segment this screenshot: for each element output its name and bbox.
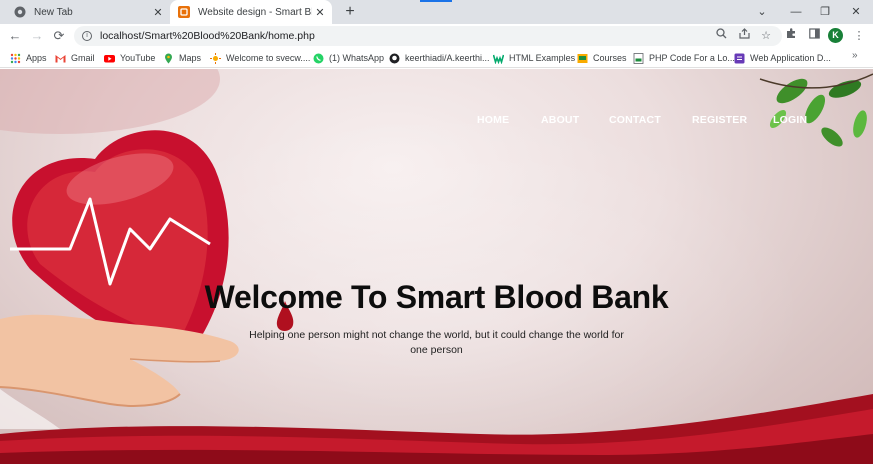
bookmark-label: PHP Code For a Lo... [649,53,735,63]
site-info-icon[interactable]: i [82,31,92,41]
nav-login-link[interactable]: LOGIN [773,114,807,126]
extensions-puzzle-icon[interactable] [782,27,800,45]
svecw-icon [210,52,221,64]
forward-button[interactable]: → [28,27,46,45]
profile-avatar[interactable]: K [828,28,843,43]
more-bookmarks-icon[interactable]: » [852,50,858,61]
page-tagline: Helping one person might not change the … [249,329,624,356]
maps-pin-icon [163,53,174,64]
bookmark-label: (1) WhatsApp [329,53,385,63]
nav-contact-link[interactable]: CONTACT [609,114,661,126]
minimize-button[interactable]: — [786,3,806,21]
whatsapp-icon [313,53,324,64]
bookmark-label: Gmail [71,53,95,63]
tab-strip: New Tab ✕ Website design - Smart Blood B… [0,0,873,24]
back-button[interactable]: ← [6,27,24,45]
bookmark-label: YouTube [120,53,156,63]
courses-icon [577,53,588,64]
bookmark-label: Courses [593,53,627,63]
bookmark-maps[interactable]: Maps [163,50,201,66]
site-favicon-icon [178,6,190,18]
php-page-icon [633,52,644,64]
github-icon [389,53,400,64]
bookmarks-bar: Apps Gmail YouTube Maps Welcome to svecw… [0,48,873,68]
bookmark-apps[interactable]: Apps [10,50,47,66]
nav-about-link[interactable]: ABOUT [541,114,579,126]
web-app-icon [734,53,745,64]
side-panel-icon[interactable] [805,27,823,45]
zoom-search-icon[interactable] [712,27,730,45]
new-tab-button[interactable]: + [340,2,360,22]
bookmark-html-examples[interactable]: HTML Examples [492,50,576,66]
bookmark-star-icon[interactable]: ☆ [757,27,775,45]
apps-grid-icon [10,53,21,64]
bookmark-label: Welcome to svecw.... [226,53,311,63]
url-text[interactable]: localhost/Smart%20Blood%20Bank/home.php [100,30,315,42]
nav-home-link[interactable]: HOME [477,114,509,126]
bookmark-web-app[interactable]: Web Application D... [734,50,831,66]
bookmark-label: Maps [179,53,202,63]
bookmark-label: keerthiadi/A.keerthi... [405,53,490,63]
close-icon[interactable]: ✕ [312,6,328,19]
browser-toolbar: ← → ⟳ i localhost/Smart%20Blood%20Bank/h… [0,24,873,48]
bookmark-svecw[interactable]: Welcome to svecw.... [210,50,310,66]
browser-menu-icon[interactable]: ⋮ [850,27,868,45]
address-bar[interactable]: i localhost/Smart%20Blood%20Bank/home.ph… [74,26,782,46]
bookmark-label: Apps [26,53,47,63]
window-close-button[interactable]: ✕ [846,3,866,21]
bookmark-courses[interactable]: Courses [577,50,627,66]
bookmark-label: Web Application D... [750,53,831,63]
nav-register-link[interactable]: REGISTER [692,114,747,126]
bookmark-gmail[interactable]: Gmail [55,50,95,66]
bookmark-youtube[interactable]: YouTube [104,50,155,66]
page-title: Welcome To Smart Blood Bank [204,279,669,315]
reload-button[interactable]: ⟳ [50,27,68,45]
tab-new-tab[interactable]: New Tab ✕ [6,0,170,24]
bookmark-whatsapp[interactable]: (1) WhatsApp [313,50,384,66]
tab-highlight-bar [420,0,452,2]
close-icon[interactable]: ✕ [150,6,166,19]
bookmark-php-code[interactable]: PHP Code For a Lo... [633,50,735,66]
tab-title: Website design - Smart Blood Ba [198,6,312,18]
bookmark-label: HTML Examples [509,53,576,63]
hero-section: HOME ABOUT CONTACT REGISTER LOGIN Welcom… [0,69,873,464]
bookmark-github[interactable]: keerthiadi/A.keerthi... [389,50,490,66]
leaves-decoration [759,73,873,147]
share-icon[interactable] [735,27,753,45]
w3schools-icon [492,53,505,65]
gmail-icon [55,53,66,64]
tab-title: New Tab [34,6,73,18]
hero-illustration [0,69,873,464]
tab-search-dropdown-icon[interactable]: ⌄ [752,3,772,21]
youtube-icon [104,53,115,64]
restore-button[interactable]: ❐ [815,3,835,21]
tab-website-design[interactable]: Website design - Smart Blood Ba ✕ [170,0,332,24]
chrome-newtab-icon [14,6,26,18]
